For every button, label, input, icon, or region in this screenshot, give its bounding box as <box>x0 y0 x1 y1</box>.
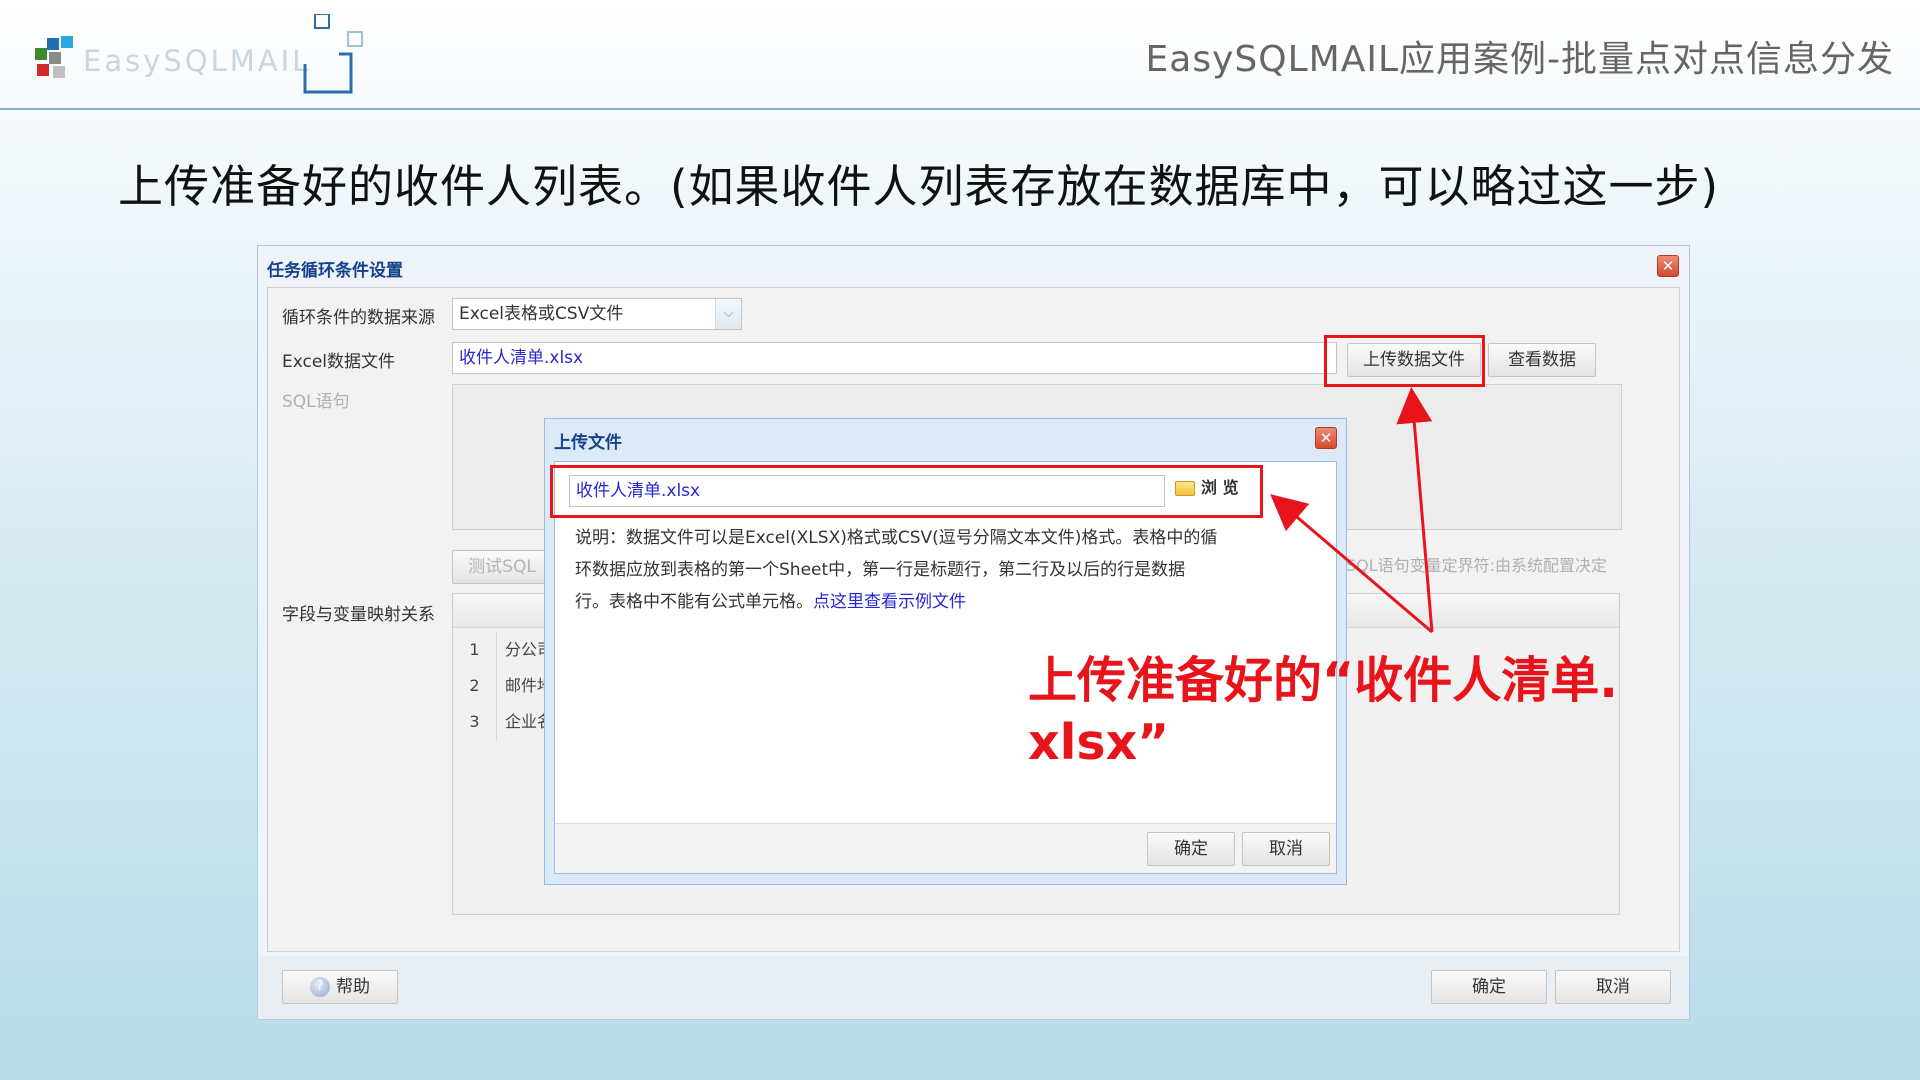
dialog-title: 上传文件 <box>554 433 622 453</box>
source-label: 循环条件的数据来源 <box>282 308 435 328</box>
highlight-upload-button <box>1324 335 1485 387</box>
help-icon: ? <box>310 977 330 997</box>
dialog-ok-button[interactable]: 确定 <box>1147 832 1235 866</box>
annotation-line-2: xlsx” <box>1028 714 1170 771</box>
ok-button[interactable]: 确定 <box>1431 970 1547 1004</box>
desc-line-3: 行。表格中不能有公式单元格。 <box>575 592 813 612</box>
window-footer: ? 帮助 确定 取消 <box>258 956 1689 1019</box>
help-button-label: 帮助 <box>336 977 370 997</box>
help-button[interactable]: ? 帮助 <box>282 970 398 1004</box>
chevron-down-icon[interactable]: ⌵ <box>715 299 741 329</box>
view-data-button[interactable]: 查看数据 <box>1488 343 1596 377</box>
slide-subtitle: 上传准备好的收件人列表。(如果收件人列表存放在数据库中，可以略过这一步) <box>118 160 1720 213</box>
slide-title: EasySQLMAIL应用案例-批量点对点信息分发 <box>1145 39 1894 80</box>
sample-file-link[interactable]: 点这里查看示例文件 <box>813 592 966 612</box>
window-title: 任务循环条件设置 <box>267 261 403 281</box>
row-number: 3 <box>453 704 497 740</box>
test-sql-button[interactable]: 测试SQL <box>452 550 552 584</box>
header-divider <box>0 108 1920 110</box>
annotation-line-1: 上传准备好的“收件人清单. <box>1028 652 1618 709</box>
dialog-description: 说明：数据文件可以是Excel(XLSX)格式或CSV(逗号分隔文本文件)格式。… <box>575 522 1235 618</box>
highlight-file-field <box>550 465 1263 518</box>
slide-header: EasySQLMAIL EasySQLMAIL应用案例-批量点对点信息分发 <box>0 0 1920 109</box>
logo: EasySQLMAIL <box>33 14 363 96</box>
desc-line-2: 环数据应放到表格的第一个Sheet中，第一行是标题行，第二行及以后的行是数据 <box>575 560 1186 580</box>
window-close-icon[interactable]: ✕ <box>1657 255 1679 277</box>
row-number: 2 <box>453 668 497 704</box>
excel-file-label: Excel数据文件 <box>282 352 396 372</box>
desc-line-1: 说明：数据文件可以是Excel(XLSX)格式或CSV(逗号分隔文本文件)格式。… <box>575 528 1218 548</box>
sql-label: SQL语句 <box>282 392 350 412</box>
dialog-cancel-button[interactable]: 取消 <box>1242 832 1330 866</box>
source-select-value: Excel表格或CSV文件 <box>459 304 624 324</box>
cancel-button[interactable]: 取消 <box>1555 970 1671 1004</box>
annotation-text: 上传准备好的“收件人清单. xlsx” <box>1028 650 1628 774</box>
excel-file-field[interactable]: 收件人清单.xlsx <box>452 342 1337 374</box>
logo-cubes-icon <box>35 36 73 78</box>
mapping-label: 字段与变量映射关系 <box>282 605 435 625</box>
logo-frame-icon <box>303 14 363 94</box>
desc-line-3-wrap: 行。表格中不能有公式单元格。点这里查看示例文件 <box>575 586 1235 618</box>
dialog-footer: 确定 取消 <box>555 823 1336 873</box>
dialog-close-icon[interactable]: ✕ <box>1315 427 1337 449</box>
source-select[interactable]: Excel表格或CSV文件 ⌵ <box>452 298 742 330</box>
window-titlebar[interactable]: 任务循环条件设置 ✕ <box>258 246 1689 286</box>
row-number: 1 <box>453 632 497 668</box>
sql-delimiter-note: SQL语句变量定界符:由系统配置决定 <box>1346 556 1608 575</box>
